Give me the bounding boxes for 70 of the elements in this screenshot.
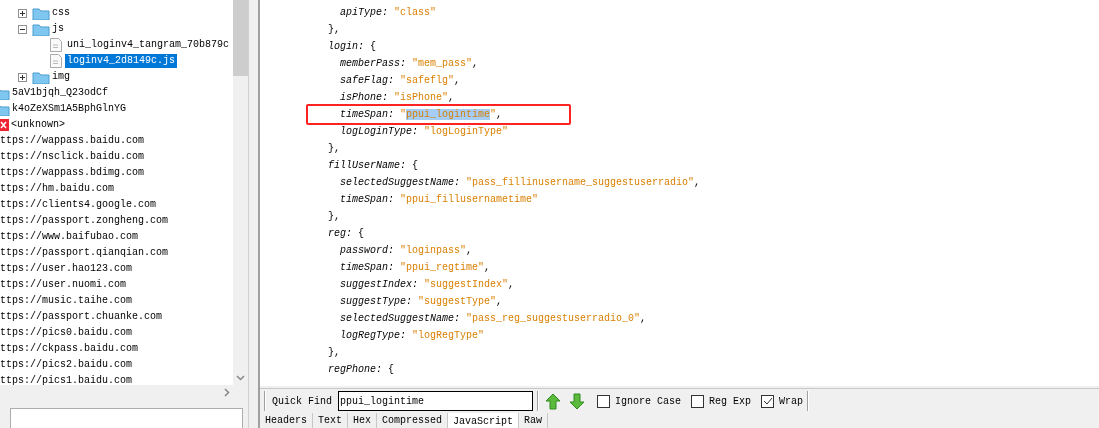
tree-item[interactable]: ttps://nsclick.baidu.com: [0, 150, 147, 164]
tree-item[interactable]: ttps://wappass.bdimg.com: [0, 166, 147, 180]
checkbox[interactable]: [761, 394, 775, 408]
code-line: logLoginType: "logLoginType": [339, 125, 509, 139]
code-line: safeFlag: "safeflg",: [339, 74, 461, 88]
tree-item[interactable]: ttps://ckpass.baidu.com: [0, 342, 141, 356]
code-line: isPhone: "isPhone",: [339, 91, 455, 105]
code-line: login: {: [327, 40, 377, 54]
scroll-right-icon[interactable]: [224, 387, 230, 397]
code-line: selectedSuggestName: "pass_reg_suggestuserradio_0",: [339, 312, 647, 326]
checkbox[interactable]: [597, 394, 610, 408]
input-field[interactable]: [10, 407, 243, 428]
code-line: timeSpan: "ppui_regtime",: [339, 261, 491, 275]
tree-item[interactable]: img: [50, 70, 72, 84]
code-line: },: [327, 346, 340, 360]
scrollbar-thumb[interactable]: [233, 0, 248, 76]
tree-item[interactable]: uni_loginv4_tangram_70b879c: [65, 38, 232, 52]
vertical-scrollbar[interactable]: [233, 0, 248, 385]
tree-item[interactable]: k4oZeXSm1A5BphGlnYG: [10, 102, 129, 116]
code-line: apiType: "class": [339, 6, 437, 20]
tab[interactable]: JavaScript: [448, 413, 520, 428]
expand-icon[interactable]: [18, 72, 27, 82]
checkbox-label[interactable]: Reg Exp: [709, 395, 752, 407]
code-line: logRegType: "logRegType": [339, 329, 485, 343]
code-line: memberPass: "mem_pass",: [339, 57, 479, 71]
code-line: timeSpan: "ppui_fillusernametime": [339, 193, 539, 207]
code-line: fillUserName: {: [327, 159, 419, 173]
expand-icon[interactable]: [18, 8, 27, 18]
tree-item[interactable]: ttps://passport.qianqian.com: [0, 246, 171, 260]
tree-item[interactable]: loginv4_2d8149c.js: [65, 54, 178, 68]
up-arrow-icon[interactable]: [545, 392, 561, 410]
code-line: selectedSuggestName: "pass_fillinusername_suggestuserradio",: [339, 176, 701, 190]
tree-item[interactable]: ttps://pics1.baidu.com: [0, 374, 135, 385]
code-line: suggestIndex: "suggestIndex",: [339, 278, 515, 292]
tree-item[interactable]: ttps://hm.baidu.com: [0, 182, 117, 196]
tree-item[interactable]: ttps://www.baifubao.com: [0, 230, 141, 244]
tree-item[interactable]: js: [50, 22, 66, 36]
checkbox-label[interactable]: Wrap: [779, 395, 804, 407]
tree-item[interactable]: ttps://clients4.google.com: [0, 198, 159, 212]
tree-item[interactable]: <unknown>: [9, 118, 67, 132]
tree-item[interactable]: ttps://user.hao123.com: [0, 262, 135, 276]
folder-icon: [32, 6, 50, 20]
tree-item[interactable]: ttps://passport.zongheng.com: [0, 214, 171, 228]
code-line: },: [327, 23, 340, 37]
folder-icon: [32, 70, 50, 84]
tree-item[interactable]: ttps://music.taihe.com: [0, 294, 135, 308]
code-line: suggestType: "suggestType",: [339, 295, 503, 309]
tree-item[interactable]: ttps://pics0.baidu.com: [0, 326, 135, 340]
js-file-icon: [50, 54, 62, 68]
folder-icon: [32, 22, 50, 36]
code-line: password: "loginpass",: [339, 244, 473, 258]
tree-item[interactable]: ttps://pics2.baidu.com: [0, 358, 135, 372]
collapse-icon[interactable]: [18, 24, 27, 34]
code-line: },: [327, 210, 340, 224]
tree-item[interactable]: ttps://wappass.baidu.com: [0, 134, 147, 148]
js-file-icon: [50, 38, 62, 52]
code-line: timeSpan: "ppui_logintime",: [316, 106, 503, 123]
tree-item[interactable]: 5aV1bjqh_Q23odCf: [10, 86, 110, 100]
tree-item[interactable]: ttps://passport.chuanke.com: [0, 310, 165, 324]
scroll-down-icon[interactable]: [236, 375, 245, 381]
code-line: },: [327, 142, 340, 156]
code-line: regPhone: {: [327, 363, 395, 377]
checkbox[interactable]: [691, 394, 705, 408]
checkbox-label[interactable]: Ignore Case: [615, 395, 682, 407]
code-line: reg: {: [327, 227, 365, 241]
search-field[interactable]: ppui_logintime: [338, 391, 533, 411]
down-arrow-icon[interactable]: [569, 392, 585, 410]
tree-item[interactable]: ttps://user.nuomi.com: [0, 278, 129, 292]
tree-item[interactable]: css: [50, 6, 72, 20]
quick-find-label: Quick Find: [271, 395, 333, 407]
